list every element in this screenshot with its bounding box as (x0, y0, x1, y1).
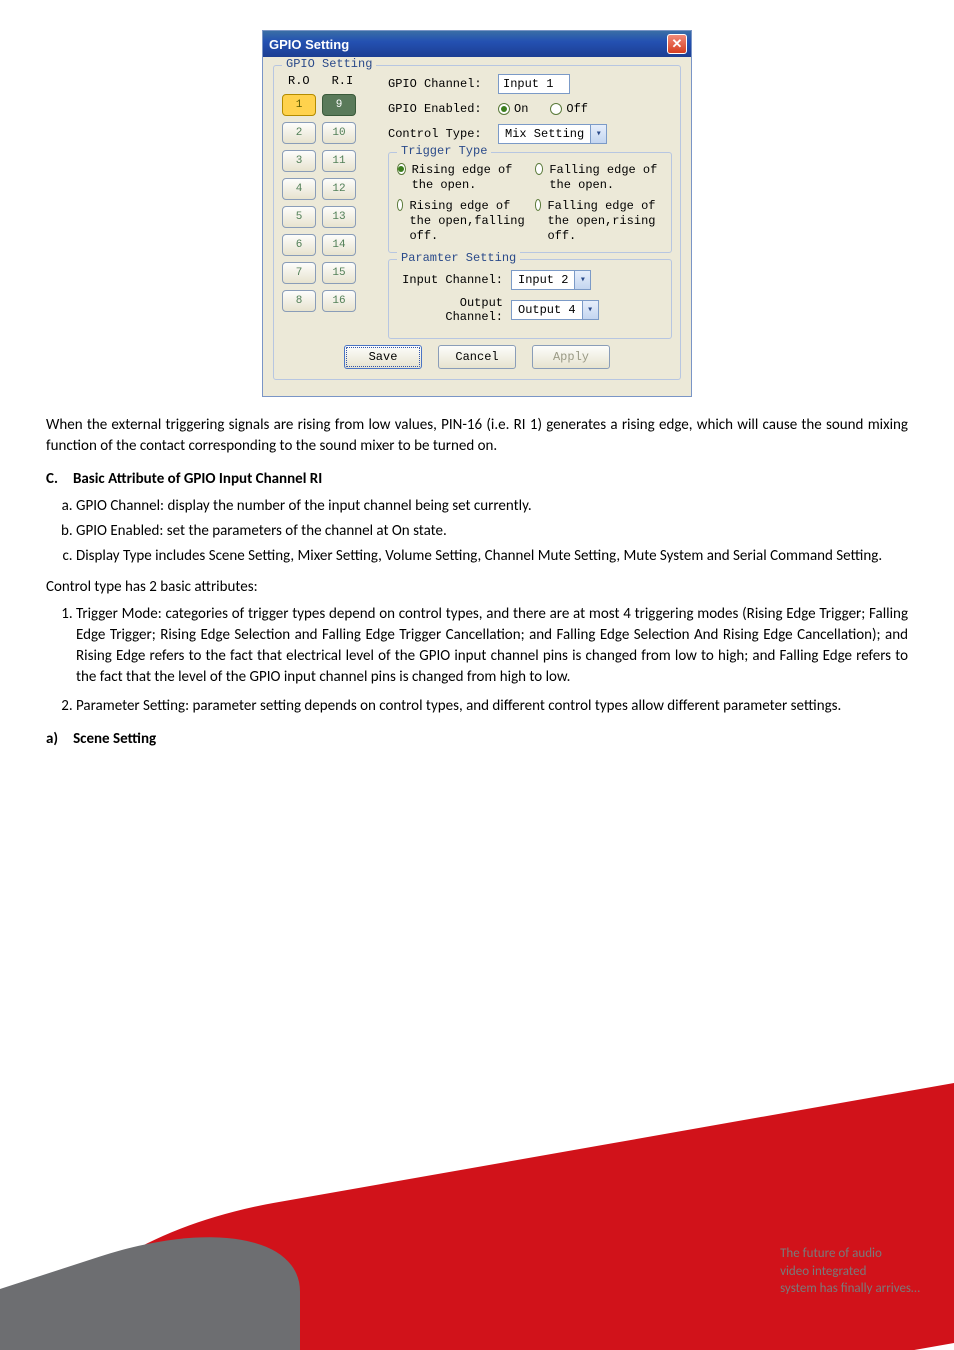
trigger-type-fieldset: Trigger Type Rising edge of the open. Fa… (388, 152, 672, 253)
radio-icon (535, 199, 541, 211)
paragraph-after-dialog: When the external triggering signals are… (46, 415, 908, 457)
input-channel-select[interactable]: Input 2 ▾ (511, 270, 591, 290)
control-type-label: Control Type: (388, 127, 498, 141)
ri-button-9[interactable]: 9 (322, 94, 356, 116)
gpio-channel-label: GPIO Channel: (388, 77, 498, 91)
list-item-1: Trigger Mode: categories of trigger type… (76, 604, 908, 688)
ri-button-12[interactable]: 12 (322, 178, 356, 200)
radio-off-icon (550, 103, 562, 115)
footer-line-1: The future of audio (780, 1246, 882, 1261)
footer-accent-bar (766, 1249, 769, 1295)
gpio-setting-fieldset: GPIO Setting R.O R.I 1 9 (273, 65, 681, 380)
radio-icon (535, 163, 543, 175)
control-type-value: Mix Setting (499, 127, 590, 141)
list-abc: GPIO Channel: display the number of the … (46, 496, 908, 567)
parameter-setting-fieldset: Paramter Setting Input Channel: Input 2 … (388, 259, 672, 339)
cancel-button[interactable]: Cancel (438, 345, 516, 369)
trigger-opt-1-text: Rising edge of the open. (412, 163, 525, 193)
output-channel-label: Output Channel: (397, 296, 511, 324)
save-button[interactable]: Save (344, 345, 422, 369)
ro-button-4[interactable]: 4 (282, 178, 316, 200)
trigger-type-legend: Trigger Type (397, 144, 491, 158)
radio-on-icon (498, 103, 510, 115)
output-channel-value: Output 4 (512, 303, 582, 317)
enabled-on-text: On (514, 102, 528, 116)
trigger-opt-2-text: Falling edge of the open. (549, 163, 663, 193)
trigger-opt-2[interactable]: Falling edge of the open. (535, 163, 663, 193)
enabled-off-text: Off (566, 102, 588, 116)
header-ri: R.I (332, 74, 354, 88)
trigger-opt-3-text: Rising edge of the open,falling off. (409, 199, 525, 244)
dialog-title: GPIO Setting (269, 37, 349, 52)
ro-button-7[interactable]: 7 (282, 262, 316, 284)
input-channel-value: Input 2 (512, 273, 574, 287)
parameter-setting-legend: Paramter Setting (397, 251, 520, 265)
trigger-opt-4-text: Falling edge of the open,rising off. (547, 199, 663, 244)
ri-button-16[interactable]: 16 (322, 290, 356, 312)
section-c-title: C. Basic Attribute of GPIO Input Channel… (46, 469, 908, 490)
channel-buttons-panel: R.O R.I 1 9 2 10 (282, 74, 378, 339)
chevron-down-icon: ▾ (582, 301, 598, 319)
list-12: Trigger Mode: categories of trigger type… (46, 604, 908, 717)
ro-button-5[interactable]: 5 (282, 206, 316, 228)
footer-red-shape (74, 1062, 954, 1350)
apply-button: Apply (532, 345, 610, 369)
ro-button-3[interactable]: 3 (282, 150, 316, 172)
footer-line-3: system has finally arrives… (780, 1281, 920, 1296)
footer-line-2: video integrated (780, 1264, 866, 1279)
list-item-c: Display Type includes Scene Setting, Mix… (76, 546, 908, 567)
footer-decoration: The future of audio video integrated sys… (0, 1050, 954, 1350)
close-button[interactable]: ✕ (667, 34, 687, 54)
control-type-intro: Control type has 2 basic attributes: (46, 577, 908, 598)
ri-button-10[interactable]: 10 (322, 122, 356, 144)
list-item-2: Parameter Setting: parameter setting dep… (76, 696, 908, 717)
list-item-a: GPIO Channel: display the number of the … (76, 496, 908, 517)
cancel-button-label: Cancel (455, 350, 498, 364)
trigger-opt-1[interactable]: Rising edge of the open. (397, 163, 525, 193)
ri-button-14[interactable]: 14 (322, 234, 356, 256)
chevron-down-icon: ▾ (574, 271, 590, 289)
enabled-on-radio[interactable]: On (498, 102, 528, 116)
scene-setting-title: a) Scene Setting (46, 729, 908, 750)
ro-button-1[interactable]: 1 (282, 94, 316, 116)
input-channel-label: Input Channel: (397, 273, 511, 287)
radio-icon (397, 163, 406, 175)
dialog-titlebar[interactable]: GPIO Setting ✕ (263, 31, 691, 57)
trigger-opt-3[interactable]: Rising edge of the open,falling off. (397, 199, 525, 244)
radio-icon (397, 199, 403, 211)
document-body: When the external triggering signals are… (0, 415, 954, 750)
close-icon: ✕ (672, 36, 683, 52)
gpio-setting-dialog: GPIO Setting ✕ GPIO Setting R.O R.I (262, 30, 692, 397)
save-button-label: Save (369, 350, 398, 364)
ro-button-2[interactable]: 2 (282, 122, 316, 144)
ro-button-8[interactable]: 8 (282, 290, 316, 312)
enabled-off-radio[interactable]: Off (550, 102, 588, 116)
list-item-b: GPIO Enabled: set the parameters of the … (76, 521, 908, 542)
ri-button-13[interactable]: 13 (322, 206, 356, 228)
header-ro: R.O (288, 74, 310, 88)
ri-button-11[interactable]: 11 (322, 150, 356, 172)
apply-button-label: Apply (553, 350, 589, 364)
footer-slogan: The future of audio video integrated sys… (766, 1245, 920, 1298)
ro-button-6[interactable]: 6 (282, 234, 316, 256)
ri-button-15[interactable]: 15 (322, 262, 356, 284)
footer-grey-shape (0, 1192, 300, 1350)
gpio-enabled-label: GPIO Enabled: (388, 102, 498, 116)
output-channel-select[interactable]: Output 4 ▾ (511, 300, 599, 320)
chevron-down-icon: ▾ (590, 125, 606, 143)
gpio-channel-input[interactable] (498, 74, 570, 94)
trigger-opt-4[interactable]: Falling edge of the open,rising off. (535, 199, 663, 244)
fieldset-legend: GPIO Setting (282, 57, 376, 71)
control-type-select[interactable]: Mix Setting ▾ (498, 124, 607, 144)
